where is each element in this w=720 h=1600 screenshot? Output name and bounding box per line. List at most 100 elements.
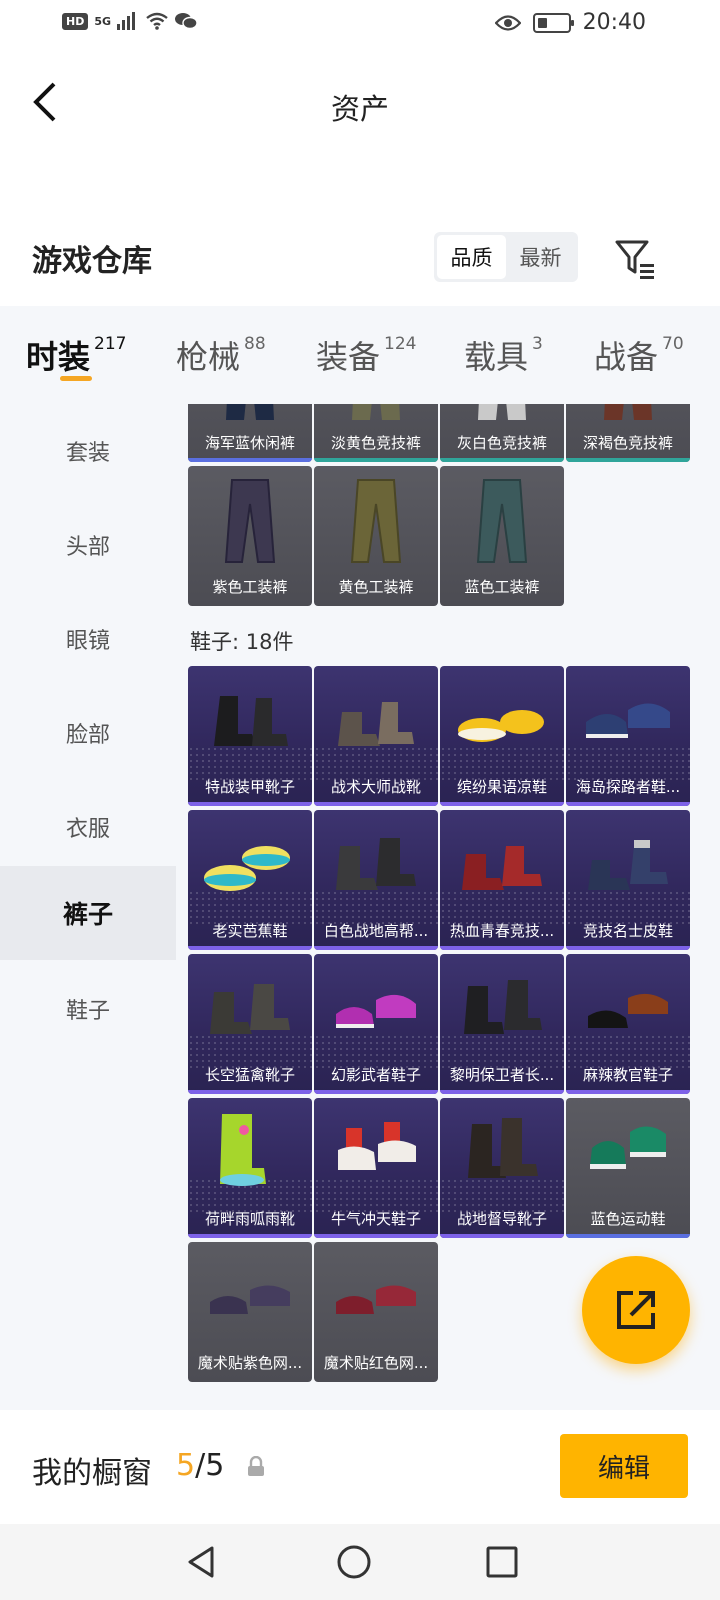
sidebar-item-suits[interactable]: 套装 — [0, 404, 176, 498]
edit-button[interactable]: 编辑 — [560, 1434, 688, 1498]
shoe-image — [468, 1118, 538, 1178]
item-card[interactable]: 白色战地高帮... — [314, 810, 438, 950]
shoe-image — [204, 846, 290, 891]
item-name: 幻影武者鞋子 — [330, 1065, 421, 1084]
item-card[interactable]: 荷畔雨呱雨靴 — [188, 1098, 312, 1238]
item-name: 黎明保卫者长... — [449, 1065, 555, 1084]
item-card[interactable]: 战地督导靴子 — [440, 1098, 564, 1238]
item-card[interactable]: 魔术贴红色网... — [314, 1242, 438, 1382]
shoe-image — [590, 1126, 666, 1169]
shoe-image — [586, 703, 670, 738]
tab-fashion[interactable]: 时装 217 — [26, 332, 126, 378]
tab-count: 124 — [384, 334, 417, 354]
subcategory-sidebar: 套装 头部 眼镜 脸部 衣服 裤子 鞋子 — [0, 404, 176, 1410]
active-tab-indicator — [60, 376, 92, 381]
tab-supplies[interactable]: 战备 70 — [594, 332, 684, 378]
shoe-image — [336, 838, 416, 890]
sort-newest-button[interactable]: 最新 — [506, 235, 575, 279]
sort-toggle: 品质 最新 — [434, 232, 578, 282]
item-card[interactable]: 特战装甲靴子 — [188, 666, 312, 806]
shoe-image — [214, 696, 288, 746]
item-card[interactable]: 紫色工装裤 — [188, 466, 312, 606]
item-card[interactable]: 战术大师战靴 — [314, 666, 438, 806]
item-name: 战术大师战靴 — [330, 777, 421, 796]
tab-count: 217 — [94, 334, 127, 354]
item-card[interactable]: 蓝色运动鞋 — [566, 1098, 690, 1238]
item-name: 特战装甲靴子 — [204, 777, 295, 796]
shoe-image — [336, 1285, 416, 1314]
shoe-image — [220, 1114, 266, 1186]
pants-image — [604, 404, 652, 420]
item-name: 长空猛禽靴子 — [204, 1065, 295, 1084]
shoe-image — [338, 702, 414, 746]
signal-icon — [117, 12, 136, 30]
tab-label: 战备 — [594, 338, 659, 376]
item-card[interactable]: 蓝色工装裤 — [440, 466, 564, 606]
nav-home-button[interactable] — [332, 1540, 376, 1584]
item-card[interactable]: 黄色工装裤 — [314, 466, 438, 606]
item-card[interactable]: 黎明保卫者长... — [440, 954, 564, 1094]
item-card[interactable]: 老实芭蕉鞋 — [188, 810, 312, 950]
item-name: 海军蓝休闲裤 — [204, 433, 295, 452]
item-card[interactable]: 深褐色竞技裤 — [566, 404, 690, 462]
item-card[interactable]: 长空猛禽靴子 — [188, 954, 312, 1094]
shoe-image — [464, 980, 542, 1034]
sidebar-item-clothes[interactable]: 衣服 — [0, 780, 176, 874]
pants-image — [352, 404, 400, 420]
hd-badge: HD — [62, 12, 89, 30]
tab-count: 88 — [244, 334, 266, 354]
nav-back-button[interactable] — [180, 1540, 224, 1584]
nav-recents-button[interactable] — [480, 1540, 524, 1584]
item-name: 蓝色运动鞋 — [590, 1209, 666, 1228]
shoe-image — [338, 1122, 416, 1170]
shoe-image — [458, 710, 544, 742]
external-link-icon — [617, 1291, 655, 1329]
share-fab-button[interactable] — [582, 1256, 690, 1364]
item-card[interactable]: 灰白色竞技裤 — [440, 404, 564, 462]
item-name: 灰白色竞技裤 — [456, 433, 547, 452]
item-name: 竞技名士皮鞋 — [582, 921, 673, 940]
item-name: 战地督导靴子 — [456, 1209, 547, 1228]
tab-label: 时装 — [26, 338, 91, 376]
item-name: 蓝色工装裤 — [464, 577, 540, 596]
sidebar-item-glasses[interactable]: 眼镜 — [0, 592, 176, 686]
item-card[interactable]: 竞技名士皮鞋 — [566, 810, 690, 950]
item-card[interactable]: 热血青春竞技... — [440, 810, 564, 950]
item-card[interactable]: 魔术贴紫色网... — [188, 1242, 312, 1382]
page-title: 资产 — [330, 92, 389, 126]
item-card[interactable]: 缤纷果语凉鞋 — [440, 666, 564, 806]
tab-vehicles[interactable]: 载具 3 — [464, 332, 543, 378]
item-name: 淡黄色竞技裤 — [330, 433, 421, 452]
sidebar-item-shoes[interactable]: 鞋子 — [0, 962, 176, 1056]
sort-quality-button[interactable]: 品质 — [437, 235, 506, 279]
item-card[interactable]: 海岛探路者鞋... — [566, 666, 690, 806]
shoe-image — [462, 846, 542, 890]
tab-equipment[interactable]: 装备 124 — [316, 332, 416, 378]
shoe-image — [336, 994, 416, 1028]
tab-label: 枪械 — [176, 338, 241, 376]
status-bar: HD 5G 20:40 — [0, 0, 720, 48]
sidebar-item-face[interactable]: 脸部 — [0, 686, 176, 780]
filter-button[interactable] — [614, 236, 658, 280]
warehouse-title: 游戏仓库 — [32, 244, 152, 279]
shoe-image — [210, 984, 290, 1034]
item-card[interactable]: 海军蓝休闲裤 — [188, 404, 312, 462]
item-name: 老实芭蕉鞋 — [212, 921, 288, 940]
eye-icon — [494, 14, 521, 31]
sidebar-item-head[interactable]: 头部 — [0, 498, 176, 592]
sidebar-item-pants[interactable]: 裤子 — [0, 866, 176, 960]
filter-icon — [615, 240, 654, 279]
item-card[interactable]: 幻影武者鞋子 — [314, 954, 438, 1094]
showcase-bar: 我的橱窗 5/5 编辑 — [0, 1412, 720, 1524]
item-card[interactable]: 麻辣教官鞋子 — [566, 954, 690, 1094]
pants-image — [350, 479, 402, 563]
item-card[interactable]: 淡黄色竞技裤 — [314, 404, 438, 462]
item-name: 白色战地高帮... — [323, 921, 429, 940]
category-tabs: 时装 217 枪械 88 装备 124 载具 3 战备 70 — [0, 306, 720, 404]
network-label: 5G — [94, 14, 112, 28]
item-card[interactable]: 牛气冲天鞋子 — [314, 1098, 438, 1238]
battery-icon — [532, 12, 574, 33]
tab-weapons[interactable]: 枪械 88 — [176, 332, 266, 378]
showcase-total: /5 — [195, 1448, 225, 1483]
item-name: 魔术贴红色网... — [323, 1353, 429, 1372]
